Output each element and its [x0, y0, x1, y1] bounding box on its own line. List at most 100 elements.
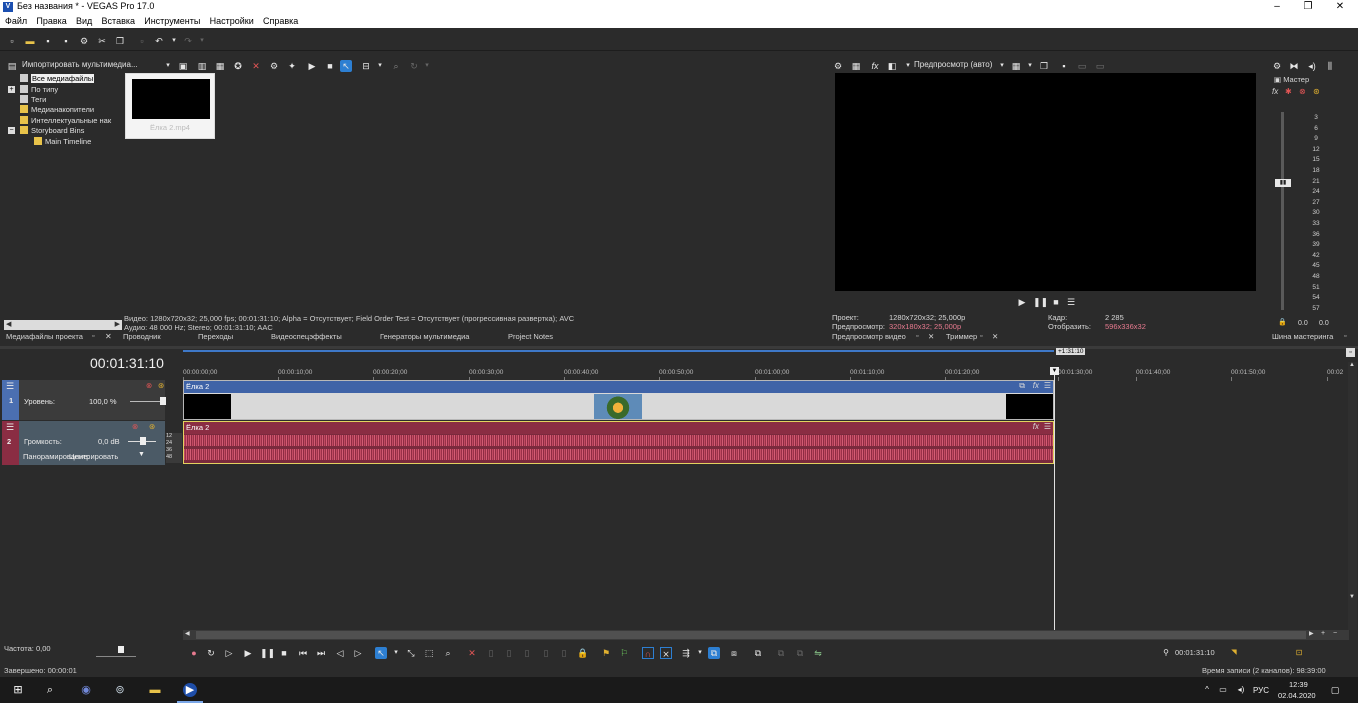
- next-frame-icon[interactable]: ▷: [352, 647, 364, 659]
- scroll-left-icon[interactable]: ◀: [6, 320, 11, 328]
- tab-explorer[interactable]: Проводник: [123, 331, 161, 343]
- tab-master-pin-icon[interactable]: ▫: [1344, 331, 1346, 343]
- audio-track-header[interactable]: ☰ 2 ⊗ ⊛ Громкость: 0,0 dB Панорамировани…: [2, 421, 165, 465]
- track-menu-icon[interactable]: ☰: [6, 422, 14, 433]
- get-media-icon[interactable]: ▥: [196, 60, 208, 72]
- tray-expand-icon[interactable]: ^: [1200, 683, 1214, 697]
- clip-menu-icon[interactable]: ☰: [1044, 381, 1051, 390]
- scroll-left-icon[interactable]: ◀: [185, 630, 190, 637]
- clip-fx-icon[interactable]: fx: [1033, 381, 1039, 390]
- copy-icon[interactable]: ❐: [114, 35, 126, 47]
- timeline-vertical-scrollbar[interactable]: ▲ ▼: [1348, 362, 1357, 630]
- slip-icon[interactable]: ▯: [558, 647, 570, 659]
- scroll-down-icon[interactable]: ▼: [1349, 594, 1355, 600]
- import-media-button[interactable]: Импортировать мультимедиа...: [22, 60, 138, 69]
- menu-tools[interactable]: Инструменты: [144, 14, 200, 28]
- audio-track-mute-icon[interactable]: ⊗: [132, 422, 138, 431]
- expand-icon[interactable]: −: [8, 127, 15, 134]
- tree-item-by-type[interactable]: + По типу: [8, 85, 58, 95]
- media-stop-icon[interactable]: ■: [324, 60, 336, 72]
- timeline-ruler[interactable]: 00:00:00;00 00:00:10;00 00:00:20;00 00:0…: [183, 367, 1349, 381]
- video-track-mute-icon[interactable]: ⊗: [146, 381, 152, 390]
- master-checkbox-icon[interactable]: ▣: [1274, 75, 1281, 84]
- speaker-icon[interactable]: ◂): [1306, 60, 1318, 72]
- menu-edit[interactable]: Правка: [36, 14, 66, 28]
- master-fader-track[interactable]: [1281, 112, 1284, 310]
- tab-media-generators[interactable]: Генераторы мультимедиа: [380, 331, 469, 343]
- playhead-cursor[interactable]: [1054, 367, 1055, 630]
- views-icon[interactable]: ⊟: [360, 60, 372, 72]
- level-slider-track[interactable]: [130, 401, 162, 402]
- media-fx-icon[interactable]: ✪: [232, 60, 244, 72]
- video-clip[interactable]: Ёлка 2 ⧉ fx ☰: [183, 380, 1054, 420]
- tab-video-preview[interactable]: Предпросмотр видео: [832, 331, 906, 343]
- media-play-icon[interactable]: ▶: [306, 60, 318, 72]
- save-icon[interactable]: ▪: [42, 35, 54, 47]
- stop-icon[interactable]: ■: [278, 647, 290, 659]
- audio-clip-fx-icon[interactable]: fx: [1033, 422, 1039, 431]
- preview-pause-icon[interactable]: ❚❚: [1033, 296, 1048, 308]
- clock-time[interactable]: 12:39: [1289, 680, 1308, 689]
- volume-icon[interactable]: ◂): [1234, 683, 1248, 697]
- preview-screen[interactable]: [835, 73, 1256, 291]
- search-icon[interactable]: ⌕: [43, 683, 57, 697]
- audio-clip-menu-icon[interactable]: ☰: [1044, 422, 1051, 431]
- clock-date[interactable]: 02.04.2020: [1278, 691, 1316, 700]
- lock-envelopes-icon[interactable]: ⧉: [708, 647, 720, 659]
- zoom-tool-icon[interactable]: ⌕: [442, 647, 454, 659]
- search-icon[interactable]: ⌕: [390, 60, 402, 72]
- close-button[interactable]: ✕: [1325, 0, 1355, 14]
- tab-trimmer-pin-icon[interactable]: ▫: [980, 331, 982, 343]
- timeline-maximize-icon[interactable]: ▫: [1346, 348, 1355, 357]
- vegas-taskbar-icon[interactable]: ▶: [183, 683, 197, 697]
- ripple-dropdown-icon[interactable]: ▾: [694, 647, 706, 659]
- loop-region-bar[interactable]: [183, 350, 1054, 352]
- split-icon[interactable]: ▯: [540, 647, 552, 659]
- capture-icon[interactable]: ▣: [177, 60, 189, 72]
- network-icon[interactable]: ▭: [1216, 683, 1230, 697]
- tree-item-tags[interactable]: Теги: [20, 95, 46, 105]
- save-snapshot-icon[interactable]: ▪: [1058, 60, 1070, 72]
- menu-help[interactable]: Справка: [263, 14, 298, 28]
- volume-slider-thumb[interactable]: [140, 437, 146, 445]
- notifications-icon[interactable]: ▢: [1328, 683, 1342, 697]
- mixer-icon[interactable]: ⫼: [1324, 60, 1336, 72]
- downmix-icon[interactable]: ⧓: [1288, 60, 1300, 72]
- master-properties-icon[interactable]: ⚙: [1271, 60, 1283, 72]
- save-as-icon[interactable]: ▪: [60, 35, 72, 47]
- discord-icon[interactable]: ◉: [79, 683, 93, 697]
- scroll-up-icon[interactable]: ▲: [1349, 362, 1355, 368]
- tab-transitions[interactable]: Переходы: [198, 331, 233, 343]
- tab-preview-close-icon[interactable]: ✕: [928, 331, 934, 343]
- master-solo-icon[interactable]: ⊛: [1313, 87, 1320, 96]
- insert-marker-icon[interactable]: ⚑: [600, 647, 612, 659]
- lock-icon[interactable]: 🔒: [577, 647, 589, 659]
- timeline-splitter[interactable]: [0, 346, 1358, 349]
- views-dropdown-icon[interactable]: ▾: [374, 60, 386, 72]
- tree-horizontal-scrollbar[interactable]: ◀ ▶: [4, 320, 122, 330]
- media-offline-icon[interactable]: ⧉: [794, 647, 806, 659]
- tab-project-notes[interactable]: Project Notes: [508, 331, 553, 343]
- timeline-timecode[interactable]: 00:01:31:10: [90, 355, 164, 371]
- previous-frame-icon[interactable]: ◁: [334, 647, 346, 659]
- play-from-start-icon[interactable]: ▷: [223, 647, 235, 659]
- insert-region-icon[interactable]: ⚐: [618, 647, 630, 659]
- copy-snapshot-icon[interactable]: ❐: [1038, 60, 1050, 72]
- pan-crop-icon[interactable]: ⧉: [1019, 381, 1025, 391]
- properties-gear-icon[interactable]: ⚙: [78, 35, 90, 47]
- steam-icon[interactable]: ⊚: [113, 683, 127, 697]
- master-fx-icon[interactable]: fx: [1272, 87, 1278, 96]
- tab-project-media[interactable]: Медиафайлы проекта: [6, 331, 83, 343]
- level-slider-thumb[interactable]: [160, 397, 166, 405]
- selection-tool-icon[interactable]: ⬚: [423, 647, 435, 659]
- overlays-grid-icon[interactable]: ▦: [1010, 60, 1022, 72]
- video-track-header[interactable]: ☰ 1 ⊗ ⊛ Уровень: 100,0 %: [2, 380, 166, 420]
- external-monitor-icon[interactable]: ▭: [1076, 60, 1088, 72]
- ripple-edit-icon[interactable]: ⇶: [680, 647, 692, 659]
- tab-project-media-close-icon[interactable]: ✕: [105, 331, 112, 343]
- tree-item-main-timeline[interactable]: Main Timeline: [34, 137, 91, 147]
- refresh-icon[interactable]: ↻: [408, 60, 420, 72]
- tree-item-media-bins[interactable]: Медианакопители: [20, 105, 94, 115]
- scroll-right-icon[interactable]: ▶: [115, 320, 120, 328]
- timeline-empty-area[interactable]: [167, 465, 1347, 630]
